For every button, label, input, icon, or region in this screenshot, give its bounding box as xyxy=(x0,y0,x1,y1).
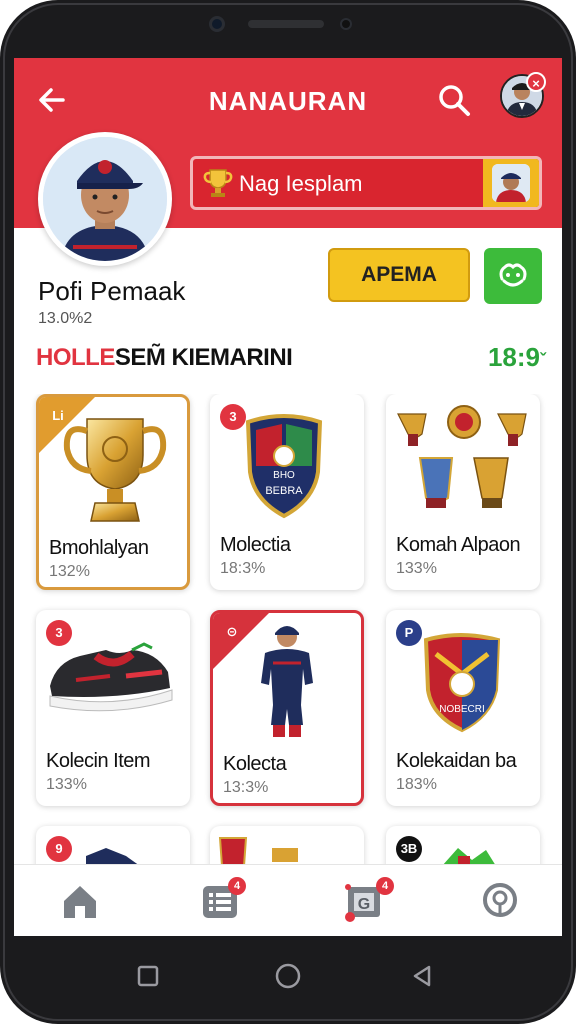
card-number-badge: 3 xyxy=(220,404,246,430)
collection-card[interactable]: 3 Kolecin Item 133% xyxy=(36,610,190,806)
profile-subtitle: 13.0%2 xyxy=(38,310,93,327)
collection-card[interactable]: BHO BEBRA 3 Molectia 18:3% xyxy=(210,394,364,590)
banner-player-thumb[interactable] xyxy=(483,159,539,207)
shield-text: BEBRA xyxy=(265,485,303,497)
triangle-back-icon xyxy=(413,965,431,987)
count-value: 18:9 xyxy=(487,342,540,372)
square-icon xyxy=(137,965,159,987)
svg-text:G: G xyxy=(358,896,370,913)
sensor xyxy=(340,18,352,30)
recents-button[interactable] xyxy=(128,956,168,996)
card-percent: 132% xyxy=(49,563,90,580)
collection-card[interactable]: 3B xyxy=(386,826,540,864)
card-title: Bmohlalyan xyxy=(49,537,149,559)
card-title: Kolekaidan ba xyxy=(396,750,517,772)
phone-frame: NANAURAN × Nag Іesplam Pofi Pemaak 13.0%… xyxy=(0,0,576,1024)
badge-set-icon xyxy=(218,837,298,864)
jersey-icon xyxy=(86,848,138,864)
achievement-banner[interactable]: Nag Іesplam xyxy=(190,156,542,210)
crest-text: NOBECRI xyxy=(439,704,485,715)
friends-button[interactable] xyxy=(484,248,542,304)
nav-location[interactable] xyxy=(476,877,524,925)
collection-card[interactable]: Li Bmohlalyan 132% xyxy=(36,394,190,590)
nav-list[interactable]: 4 xyxy=(196,877,246,925)
card-number-badge: 3 xyxy=(46,620,72,646)
circle-icon xyxy=(275,963,301,989)
nav-badge: 4 xyxy=(228,877,246,895)
app-title: NANAURAN xyxy=(208,86,368,116)
card-title: Kolecin Item xyxy=(46,750,151,772)
section-title-highlight: HOLLE xyxy=(36,344,115,371)
gold-trophy-icon xyxy=(63,418,167,522)
player-portrait-icon xyxy=(43,137,167,261)
card-number-badge: P xyxy=(396,620,422,646)
app-screen: NANAURAN × Nag Іesplam Pofi Pemaak 13.0%… xyxy=(14,58,562,936)
nav-badge: 4 xyxy=(376,877,394,895)
trophy-icon xyxy=(203,169,233,197)
home-system-button[interactable] xyxy=(268,956,308,996)
chevron-down-icon: ˇ xyxy=(540,350,546,370)
trophies-set-icon xyxy=(397,405,527,508)
green-emblem-icon xyxy=(443,848,495,864)
collection-card[interactable]: 9 xyxy=(36,826,190,864)
front-camera xyxy=(209,16,225,32)
earpiece-speaker xyxy=(248,20,324,28)
nav-home[interactable] xyxy=(56,877,104,925)
section-title: HOLLESEM̃ KIEMARINI xyxy=(36,344,293,372)
shield-top-text: BHO xyxy=(273,470,295,481)
section-count[interactable]: 18:9ˇ xyxy=(488,342,546,373)
card-percent: 133% xyxy=(46,776,87,793)
card-percent: 133% xyxy=(396,560,437,577)
collection-card[interactable]: ⊝ Kolecta 13:3% xyxy=(210,610,364,806)
card-title: Molectia xyxy=(220,534,291,556)
profile-photo[interactable] xyxy=(38,132,172,266)
collection-grid: Li Bmohlalyan 132% BHO BEBRA 3 Molectia … xyxy=(14,394,562,864)
home-icon xyxy=(64,886,96,918)
system-navigation-bar xyxy=(0,936,576,1024)
location-icon xyxy=(483,883,517,917)
card-title: Kolecta xyxy=(223,753,287,775)
card-percent: 13:3% xyxy=(223,779,269,796)
avatar-close-badge[interactable]: × xyxy=(526,72,546,92)
group-icon xyxy=(499,263,527,287)
card-percent: 183% xyxy=(396,776,437,793)
apema-button[interactable]: APEMA xyxy=(328,248,470,302)
collection-card[interactable]: Komah Alpaon 133% xyxy=(386,394,540,590)
nav-collection[interactable]: G 4 xyxy=(340,877,394,925)
back-system-button[interactable] xyxy=(402,956,442,996)
collection-card[interactable] xyxy=(210,826,364,864)
banner-text: Nag Іesplam xyxy=(239,171,363,196)
search-button[interactable] xyxy=(434,80,474,120)
card-corner-badge: ⊝ xyxy=(226,624,238,639)
profile-name: Pofi Pemaak xyxy=(38,276,186,306)
section-title-rest: SEM̃ KIEMARINI xyxy=(114,344,293,371)
collection-card[interactable]: NOBECRI P Kolekaidan ba 183% xyxy=(386,610,540,806)
bottom-navigation: 4 G 4 xyxy=(14,864,562,936)
player-thumbnail-icon xyxy=(492,164,530,202)
search-icon xyxy=(439,85,470,116)
card-percent: 18:3% xyxy=(220,560,266,577)
card-title: Komah Alpaon xyxy=(396,534,521,556)
